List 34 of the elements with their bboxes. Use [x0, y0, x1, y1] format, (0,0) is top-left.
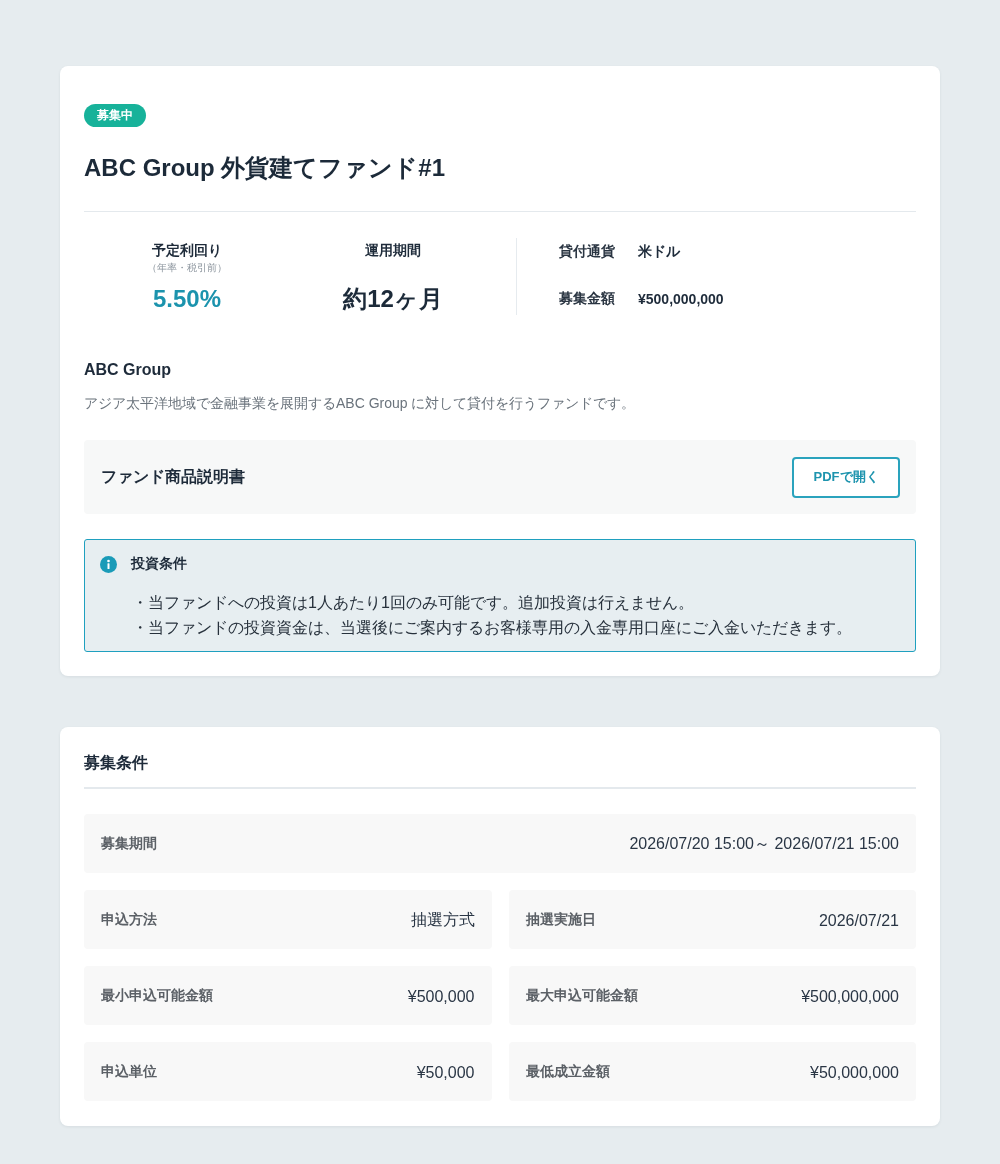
stat-value: 5.50% — [152, 284, 222, 314]
condition-value: ¥500,000,000 — [801, 987, 899, 1006]
condition-value: 2026/07/21 — [818, 911, 899, 930]
condition-label: 最大申込可能金額 — [525, 986, 638, 1005]
stat-note: （年率・税引前） — [147, 261, 227, 275]
condition-value: 抽選方式 — [410, 910, 475, 930]
condition-value: 2026/07/20 15:00～ 2026/07/21 15:00 — [629, 834, 899, 854]
stat-value: 約12ヶ月 — [343, 284, 443, 314]
notice-title: 投資条件 — [131, 555, 187, 573]
notice-item: ・当ファンドへの投資は1人あたり1回のみ可能です。追加投資は行えません。 — [132, 593, 695, 613]
condition-label: 申込単位 — [101, 1062, 157, 1081]
condition-label: 最小申込可能金額 — [101, 986, 213, 1005]
borrower-name: ABC Group — [84, 360, 173, 380]
condition-label: 申込方法 — [101, 910, 157, 929]
condition-value: ¥500,000 — [407, 987, 475, 1006]
condition-value: ¥50,000 — [416, 1063, 475, 1082]
info-icon — [100, 555, 117, 573]
open-pdf-button[interactable]: PDFで開く — [792, 456, 900, 498]
fund-title: ABC Group 外貨建てファンド#1 — [84, 153, 446, 183]
section-title: 募集条件 — [84, 753, 149, 773]
condition-label: 募集期間 — [101, 834, 157, 853]
status-badge: 募集中 — [84, 104, 146, 127]
condition-label: 抽選実施日 — [525, 910, 596, 929]
detail-label: 募集金額 — [559, 290, 616, 308]
condition-label: 最低成立金額 — [525, 1062, 610, 1081]
stat-label: 予定利回り — [152, 241, 222, 260]
detail-value: ¥500,000,000 — [638, 291, 724, 307]
borrower-description: アジア太平洋地域で金融事業を展開するABC Group に対して貸付を行うファンドです。 — [84, 394, 637, 413]
stat-label: 運用期間 — [365, 241, 421, 260]
document-title: ファンド商品説明書 — [101, 466, 245, 487]
detail-value: 米ドル — [638, 243, 680, 261]
condition-value: ¥50,000,000 — [810, 1063, 899, 1082]
notice-item: ・当ファンドの投資資金は、当選後にご案内するお客様専用の入金専用口座にご入金いただきます。 — [132, 618, 853, 638]
detail-label: 貸付通貨 — [559, 243, 616, 261]
